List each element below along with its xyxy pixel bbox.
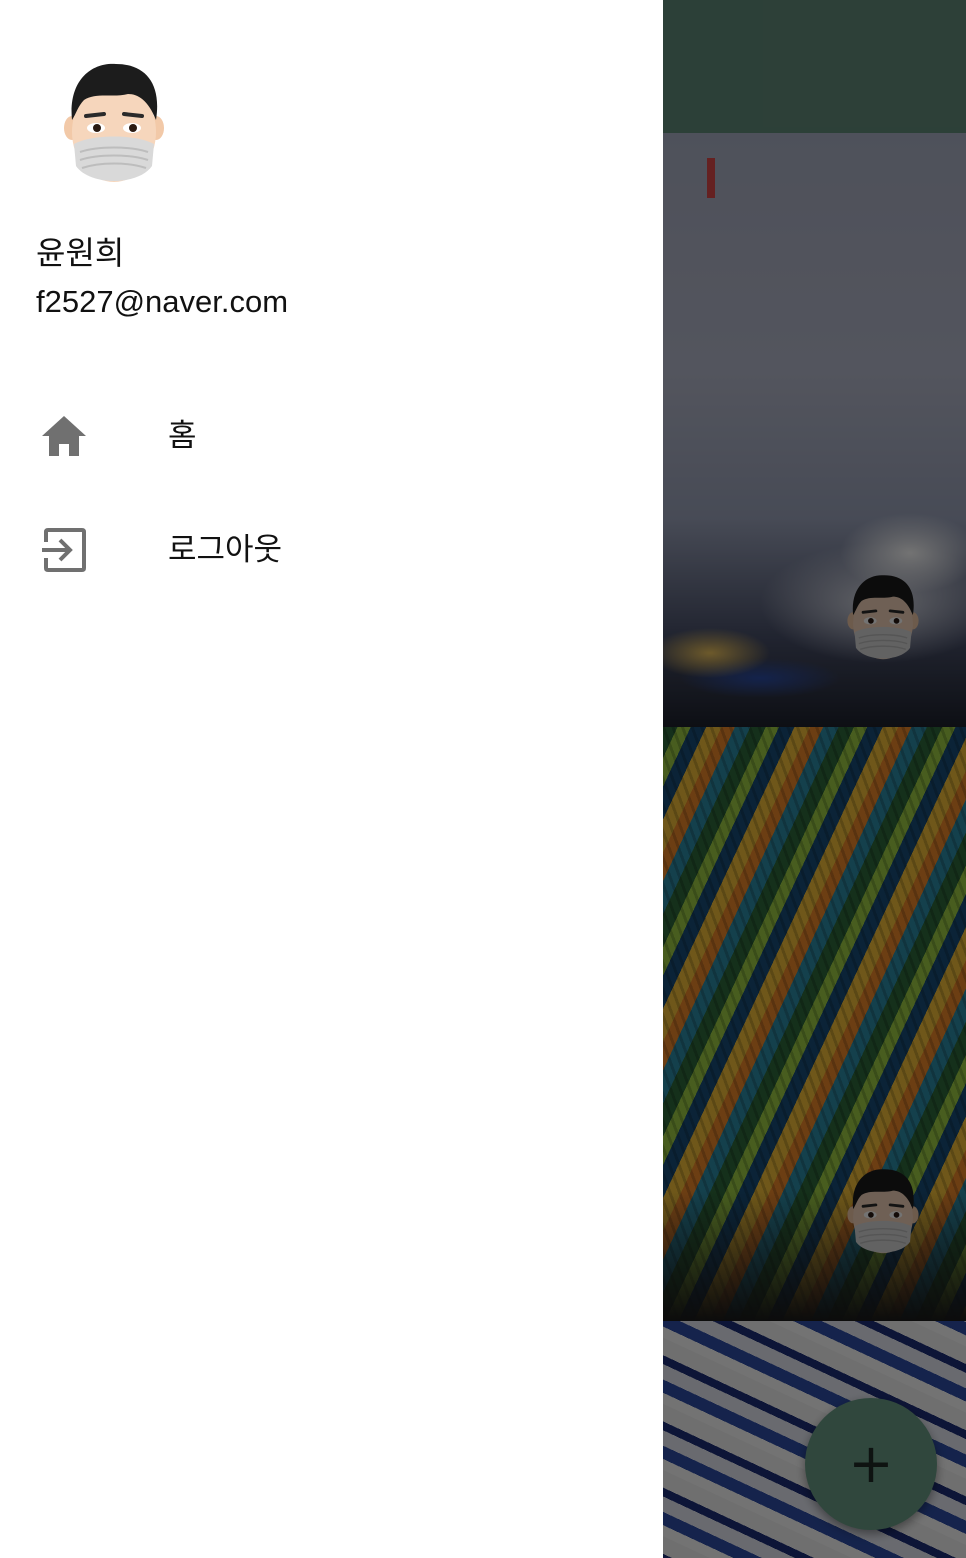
user-email: f2527@naver.com	[36, 284, 289, 319]
nav-item-logout[interactable]: 로그아웃	[0, 500, 663, 600]
nav-item-label: 로그아웃	[168, 532, 283, 568]
logout-icon	[42, 528, 86, 572]
nav-item-label: 홈	[168, 418, 197, 454]
nav-item-home[interactable]: 홈	[0, 386, 663, 486]
navigation-drawer: 윤원희 f2527@naver.com 홈 로그아웃	[0, 0, 663, 1558]
home-icon	[42, 416, 86, 456]
user-name: 윤원희	[36, 234, 125, 272]
profile-avatar	[62, 61, 166, 185]
